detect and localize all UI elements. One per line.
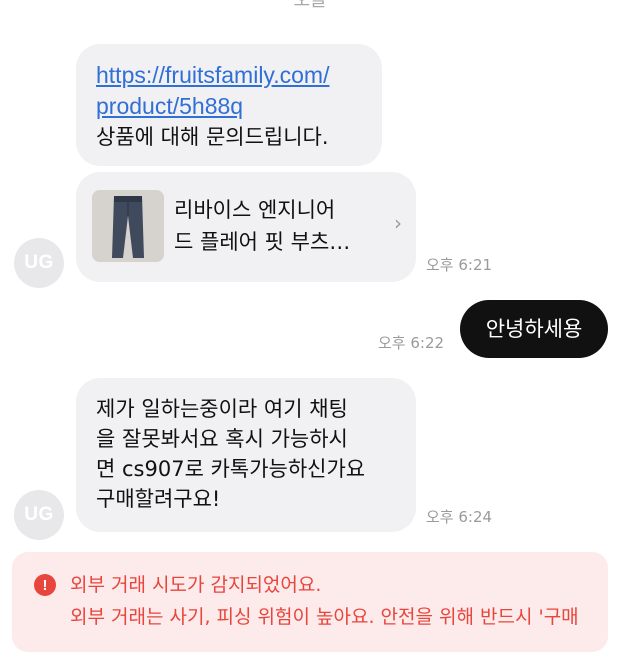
external-trade-warning: ! 외부 거래 시도가 감지되었어요. 외부 거래는 사기, 피싱 위험이 높아… [12,552,608,652]
jeans-image-icon [92,190,164,262]
product-thumbnail [92,190,164,262]
date-divider: 오늘 [293,0,327,11]
message-timestamp: 오후 6:21 [426,256,493,274]
avatar[interactable]: UG [14,490,64,540]
product-title: 리바이스 엔지니어 드 플레어 핏 부츠… [174,198,351,254]
my-message-bubble: 안녕하세용 [460,300,608,358]
message-text: 안녕하세용 [485,317,583,341]
exclamation-icon: ! [34,574,56,596]
chevron-right-icon: › [394,211,402,235]
product-link[interactable]: https://fruitsfamily.com/ [96,60,362,91]
message-line: 제가 일하는중이라 여기 채팅 [96,397,348,421]
message-timestamp: 오후 6:24 [426,508,493,526]
product-card[interactable]: 리바이스 엔지니어 드 플레어 핏 부츠… › [76,172,416,282]
message-line: 면 cs907로 카톡가능하신가요 [96,457,366,481]
message-line: 을 잘못봐서요 혹시 가능하시 [96,427,348,451]
avatar[interactable]: UG [14,238,64,288]
message-bubble: 제가 일하는중이라 여기 채팅 을 잘못봐서요 혹시 가능하시 면 cs907로… [76,378,416,532]
message-text: 상품에 대해 문의드립니다. [96,125,329,149]
warning-body: 외부 거래는 사기, 피싱 위험이 높아요. 안전을 위해 반드시 '구매 [70,606,579,628]
message-line: 구매할려구요! [96,487,221,511]
product-link-continued[interactable]: product/5h88q [96,91,362,122]
warning-title: 외부 거래 시도가 감지되었어요. [70,574,322,596]
message-bubble-link: https://fruitsfamily.com/ product/5h88q … [76,44,382,166]
message-timestamp: 오후 6:22 [378,334,445,352]
